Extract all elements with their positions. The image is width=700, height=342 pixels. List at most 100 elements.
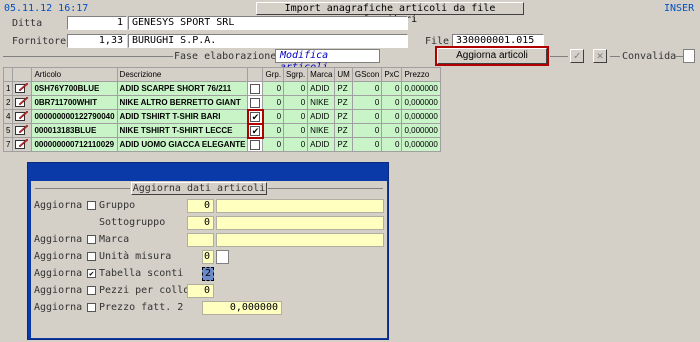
row-number: 1 — [2, 81, 14, 96]
edit-icon[interactable] — [12, 123, 33, 138]
sottogruppo-desc-field — [216, 216, 384, 230]
file-label: File — [425, 36, 450, 47]
select-checkbox[interactable] — [250, 97, 261, 108]
select-checkbox[interactable]: ✔ — [250, 125, 261, 136]
header-icon — [12, 67, 33, 82]
select-checkbox-cell[interactable] — [247, 95, 264, 110]
sottogruppo-field[interactable]: 0 — [187, 216, 214, 230]
descrizione-cell: NIKE ALTRO BERRETTO GIANT — [116, 95, 249, 110]
header-descrizione: Descrizione — [116, 67, 249, 82]
marca-cell: ADID — [307, 109, 336, 124]
select-checkbox-cell[interactable]: ✔ — [246, 122, 264, 139]
sgrp-cell: 0 — [283, 81, 309, 96]
edit-icon[interactable] — [12, 81, 33, 96]
pezzi-checkbox[interactable] — [87, 286, 96, 295]
gruppo-desc-field — [216, 199, 384, 213]
select-checkbox-cell[interactable] — [247, 137, 264, 152]
gruppo-field[interactable]: 0 — [187, 199, 214, 213]
cancel-icon[interactable]: ✕ — [593, 49, 607, 63]
table-row[interactable]: 4 000000000122790040 ADID TSHIRT T-SHIR BA… — [2, 108, 441, 125]
select-checkbox-cell[interactable]: ✔ — [246, 108, 264, 125]
table-row[interactable]: 7 000000000712110029 ADID UOMO GIACCA ELEG… — [2, 137, 441, 152]
um-cell: PZ — [334, 109, 353, 124]
table-row[interactable]: 2 0BR711700WHIT NIKE ALTRO BERRETTO GIANT 0… — [2, 95, 441, 110]
unita-field[interactable]: 0 — [202, 250, 214, 264]
row-number: 5 — [2, 123, 14, 138]
ditta-label: Ditta — [12, 18, 43, 29]
header-pxc: PxC — [381, 67, 403, 82]
header-prezzo: Prezzo — [401, 67, 441, 82]
file-field[interactable]: 330000001.015 — [452, 34, 544, 48]
descrizione-cell: ADID UOMO GIACCA ELEGANTE — [116, 137, 249, 152]
prezzo-cell: 0,000000 — [401, 109, 441, 124]
edit-icon[interactable] — [12, 137, 33, 152]
fornitore-code-field[interactable]: 1,33 — [67, 34, 127, 48]
select-checkbox-cell[interactable] — [247, 81, 264, 96]
marca-label: Marca — [99, 234, 130, 245]
fornitore-label: Fornitore — [12, 36, 67, 47]
sconti-checkbox[interactable]: ✔ — [87, 269, 96, 278]
convalida-label: Convalida — [622, 51, 677, 62]
pxc-cell: 0 — [381, 137, 403, 152]
confirm-icon[interactable]: ✓ — [570, 49, 584, 63]
pxc-cell: 0 — [381, 123, 403, 138]
pxc-cell: 0 — [381, 109, 403, 124]
gruppo-checkbox[interactable] — [87, 201, 96, 210]
gscon-cell: 0 — [351, 109, 383, 124]
um-cell: PZ — [334, 95, 353, 110]
grp-cell: 0 — [262, 123, 285, 138]
aggiorna-label: Aggiorna — [34, 251, 83, 262]
row-number: 2 — [2, 95, 14, 110]
pxc-cell: 0 — [381, 81, 403, 96]
table-row[interactable]: 5 000013183BLUE NIKE TSHIRT T-SHIRT LECCE ✔… — [2, 122, 441, 139]
separator-line — [610, 56, 620, 57]
aggiorna-label: Aggiorna — [34, 234, 83, 245]
gscon-cell: 0 — [351, 123, 383, 138]
sgrp-cell: 0 — [283, 109, 309, 124]
select-checkbox[interactable] — [250, 139, 261, 150]
separator-line — [675, 56, 683, 57]
prezzo-label: Prezzo fatt. 2 — [99, 302, 184, 313]
table-row[interactable]: 1 0SH76Y700BLUE ADID SCARPE SHORT 76/211 0 0… — [2, 81, 441, 96]
prezzo-cell: 0,000000 — [401, 95, 441, 110]
grp-cell: 0 — [262, 95, 285, 110]
datetime: 05.11.12 16:17 — [4, 3, 89, 14]
sgrp-cell: 0 — [283, 123, 309, 138]
marca-checkbox[interactable] — [87, 235, 96, 244]
header-grp: Grp. — [262, 67, 285, 82]
marca-cell: ADID — [307, 137, 336, 152]
header-rownum — [2, 67, 14, 82]
ditta-code-field[interactable]: 1 — [67, 16, 127, 30]
header-sgrp: Sgrp. — [283, 67, 309, 82]
sconti-field[interactable]: 2 — [202, 267, 214, 281]
aggiorna-label: Aggiorna — [34, 302, 83, 313]
edit-icon[interactable] — [12, 109, 33, 124]
pezzi-field[interactable]: 0 — [187, 284, 214, 298]
prezzo-field[interactable]: 0,000000 — [202, 301, 282, 315]
convalida-checkbox[interactable] — [683, 49, 695, 63]
fase-value: Modifica articoli — [275, 49, 380, 73]
articolo-cell: 0SH76Y700BLUE — [31, 81, 118, 96]
mode-indicator: INSER — [664, 3, 695, 14]
aggiorna-dialog: Aggiorna dati articoli Aggiorna Gruppo 0… — [27, 162, 389, 340]
select-checkbox[interactable]: ✔ — [250, 111, 261, 122]
gscon-cell: 0 — [351, 137, 383, 152]
marca-cell: NIKE — [307, 95, 336, 110]
header-gscon: GScon — [351, 67, 383, 82]
prezzo-cell: 0,000000 — [401, 137, 441, 152]
gscon-cell: 0 — [351, 95, 383, 110]
unita-checkbox[interactable] — [87, 252, 96, 261]
descrizione-cell: ADID SCARPE SHORT 76/211 — [116, 81, 249, 96]
header-um: UM — [334, 67, 353, 82]
um-cell: PZ — [334, 123, 353, 138]
sgrp-cell: 0 — [283, 137, 309, 152]
articolo-cell: 000000000712110029 — [31, 137, 118, 152]
select-checkbox[interactable] — [250, 83, 261, 94]
dialog-group-line — [268, 188, 383, 189]
row-number: 4 — [2, 109, 14, 124]
prezzo-checkbox[interactable] — [87, 303, 96, 312]
import-button[interactable]: Import anagrafiche articoli da file forn… — [256, 2, 524, 25]
edit-icon[interactable] — [12, 95, 33, 110]
marca-field[interactable] — [187, 233, 214, 247]
aggiorna-articoli-button[interactable]: Aggiorna articoli — [435, 46, 549, 66]
